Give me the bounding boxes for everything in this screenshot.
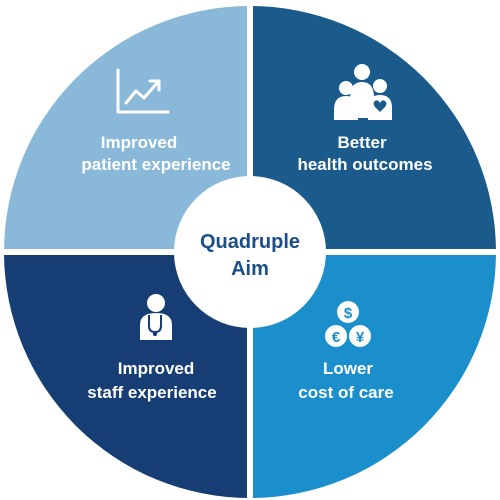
- center-label-line1: Quadruple: [200, 231, 300, 253]
- quadrant-label-tr-line2: health outcomes: [297, 155, 432, 174]
- quadrant-label-br-line1: Lower: [323, 359, 373, 378]
- yen-symbol: ¥: [356, 329, 365, 346]
- quadruple-aim-diagram: Quadruple Aim Improved patient experienc…: [0, 0, 500, 500]
- dollar-symbol: $: [344, 305, 353, 322]
- quadrant-label-bl-line1: Improved: [118, 359, 195, 378]
- quadrant-label-br-line2: cost of care: [298, 383, 393, 402]
- quadrant-label-tl-line1: Improved: [101, 133, 178, 152]
- euro-symbol: €: [332, 329, 341, 346]
- center-label-line2: Aim: [231, 258, 269, 280]
- quadrant-label-tr-line1: Better: [337, 133, 387, 152]
- diagram-canvas: Quadruple Aim Improved patient experienc…: [0, 4, 500, 500]
- quadrant-label-tl-line2: patient experience: [81, 155, 230, 174]
- quadrant-label-bl-line2: staff experience: [87, 383, 216, 402]
